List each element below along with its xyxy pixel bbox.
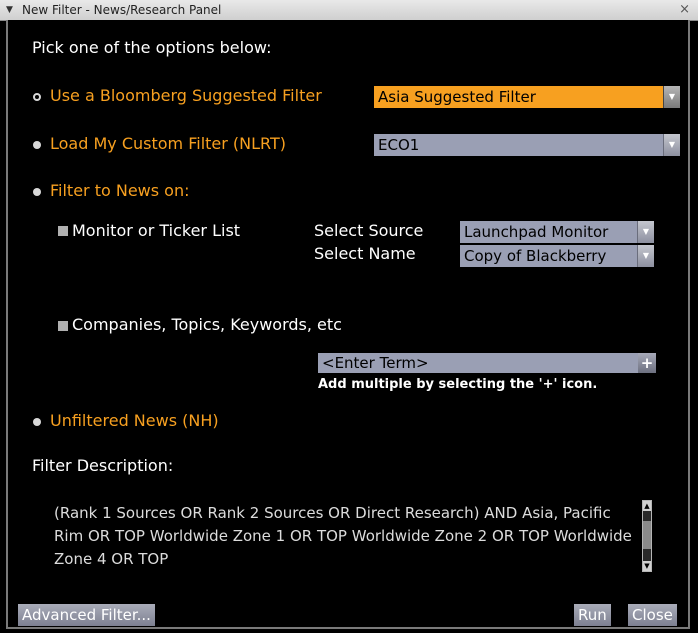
window-menu-icon[interactable]: ▼ <box>6 0 13 20</box>
source-dropdown[interactable]: Launchpad Monitor ▼ <box>460 221 654 243</box>
advanced-filter-button[interactable]: Advanced Filter... <box>18 604 155 626</box>
suggested-filter-value: Asia Suggested Filter <box>378 88 536 106</box>
term-input[interactable]: <Enter Term> <box>318 353 638 373</box>
add-term-button[interactable]: + <box>638 353 656 373</box>
radio-suggested-filter[interactable] <box>33 93 41 101</box>
companies-label[interactable]: Companies, Topics, Keywords, etc <box>72 315 342 334</box>
option-filter-news-label[interactable]: Filter to News on: <box>50 181 190 200</box>
name-value: Copy of Blackberry <box>464 247 607 265</box>
radio-filter-news[interactable] <box>33 188 41 196</box>
chevron-down-icon[interactable]: ▼ <box>663 134 680 156</box>
close-icon[interactable]: × <box>679 0 690 20</box>
source-value: Launchpad Monitor <box>464 223 609 241</box>
close-button[interactable]: Close <box>628 604 677 626</box>
chevron-down-icon[interactable]: ▼ <box>637 245 654 267</box>
scroll-down-icon[interactable]: ▼ <box>643 561 651 571</box>
name-dropdown[interactable]: Copy of Blackberry ▼ <box>460 245 654 267</box>
custom-filter-dropdown[interactable]: ECO1 ▼ <box>374 134 680 156</box>
intro-text: Pick one of the options below: <box>32 38 272 57</box>
description-scrollbar[interactable]: ▲ ▼ <box>642 500 652 572</box>
title-bar: ▼ New Filter - News/Research Panel × <box>0 0 698 21</box>
scroll-thumb[interactable] <box>643 521 651 549</box>
radio-custom-filter[interactable] <box>33 141 41 149</box>
select-name-label: Select Name <box>314 244 416 263</box>
custom-filter-value: ECO1 <box>378 136 420 154</box>
select-source-label: Select Source <box>314 221 424 240</box>
option-unfiltered-label[interactable]: Unfiltered News (NH) <box>50 411 219 430</box>
option-suggested-label[interactable]: Use a Bloomberg Suggested Filter <box>50 86 322 105</box>
chevron-down-icon[interactable]: ▼ <box>663 86 680 108</box>
option-custom-label[interactable]: Load My Custom Filter (NLRT) <box>50 134 286 153</box>
dialog-body: Pick one of the options below: Use a Blo… <box>6 20 690 629</box>
add-term-hint: Add multiple by selecting the '+' icon. <box>318 377 598 392</box>
checkbox-monitor[interactable] <box>58 226 68 236</box>
run-button[interactable]: Run <box>574 604 611 626</box>
suggested-filter-dropdown[interactable]: Asia Suggested Filter ▼ <box>374 86 680 108</box>
filter-description-text: (Rank 1 Sources OR Rank 2 Sources OR Dir… <box>54 504 632 568</box>
checkbox-companies[interactable] <box>58 321 68 331</box>
radio-unfiltered-news[interactable] <box>33 418 41 426</box>
scroll-up-icon[interactable]: ▲ <box>643 501 651 511</box>
chevron-down-icon[interactable]: ▼ <box>637 221 654 243</box>
filter-description-heading: Filter Description: <box>32 456 174 475</box>
monitor-label[interactable]: Monitor or Ticker List <box>72 221 240 240</box>
window-title: New Filter - News/Research Panel <box>22 3 222 17</box>
